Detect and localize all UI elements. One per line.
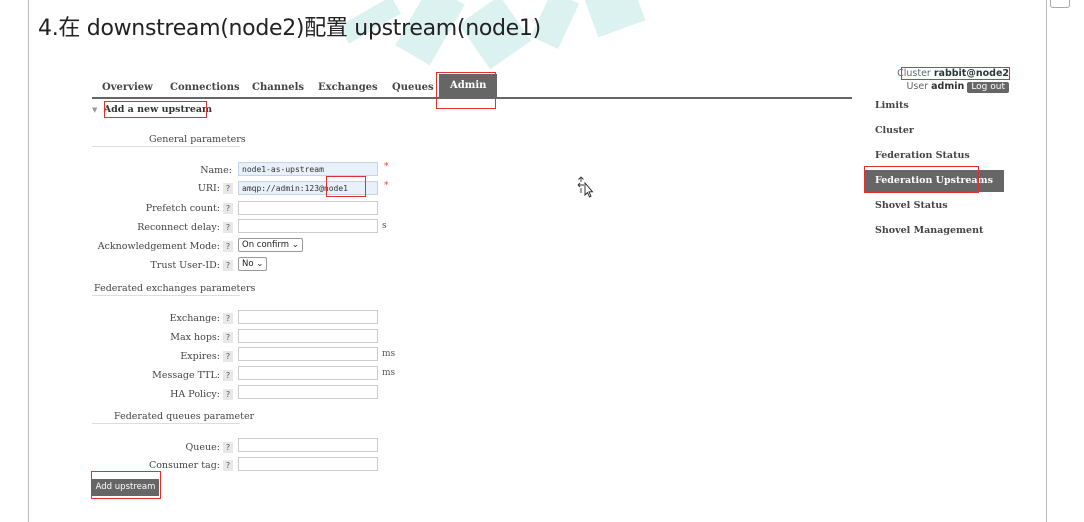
trust-user-selected: No: [242, 259, 254, 269]
chevron-down-icon: ⌄: [291, 240, 299, 250]
name-label: Name:: [200, 165, 232, 176]
exchange-help-icon[interactable]: ?: [223, 313, 233, 324]
ack-mode-selected: On confirm: [242, 240, 290, 250]
add-upstream-button[interactable]: Add upstream: [92, 479, 159, 496]
queues-parameters-divider: [92, 423, 240, 424]
queues-parameters-title: Federated queues parameter: [114, 411, 255, 422]
name-input[interactable]: node1-as-upstream: [238, 162, 378, 176]
ack-mode-select[interactable]: On confirm ⌄: [238, 238, 303, 252]
ack-mode-help-icon[interactable]: ?: [223, 241, 233, 252]
sidebar-item-federation-status[interactable]: Federation Status: [864, 145, 1004, 167]
rabbitmq-admin-app: Overview Connections Channels Exchanges …: [91, 67, 1047, 510]
exchanges-parameters-title: Federated exchanges parameters: [94, 283, 256, 294]
consumer-tag-label: Consumer tag:: [148, 460, 220, 471]
prefetch-input[interactable]: [238, 201, 378, 215]
user-label: User: [906, 81, 929, 92]
main-nav-tabs: Overview Connections Channels Exchanges …: [92, 70, 852, 99]
cluster-info: Cluster rabbit@node2 User admin Log out: [897, 67, 1009, 93]
logout-button[interactable]: Log out: [967, 82, 1009, 93]
reconnect-label: Reconnect delay:: [137, 222, 220, 233]
tab-overview[interactable]: Overview: [102, 82, 153, 93]
consumer-tag-help-icon[interactable]: ?: [223, 460, 233, 471]
collapse-triangle-icon: ▼: [92, 105, 98, 114]
queue-input[interactable]: [238, 438, 378, 452]
ha-policy-label: HA Policy:: [170, 389, 220, 400]
max-hops-input[interactable]: [238, 329, 378, 343]
page-heading: 4.在 downstream(node2)配置 upstream(node1): [38, 16, 541, 41]
cluster-label: Cluster: [897, 68, 931, 79]
max-hops-help-icon[interactable]: ?: [223, 332, 233, 343]
uri-help-icon[interactable]: ?: [223, 183, 233, 194]
general-parameters-title: General parameters: [149, 134, 246, 145]
general-parameters-divider: [92, 146, 240, 147]
sidebar-item-limits[interactable]: Limits: [864, 95, 1004, 117]
prefetch-help-icon[interactable]: ?: [223, 203, 233, 214]
user-name: admin: [931, 81, 965, 92]
tab-admin[interactable]: Admin: [439, 74, 498, 98]
consumer-tag-input[interactable]: [238, 457, 378, 471]
ack-mode-label: Acknowledgement Mode:: [97, 241, 220, 252]
tab-exchanges[interactable]: Exchanges: [318, 82, 378, 93]
trust-user-label: Trust User-ID:: [150, 260, 220, 271]
sidebar-item-federation-upstreams[interactable]: Federation Upstreams: [864, 170, 1004, 192]
reconnect-help-icon[interactable]: ?: [223, 222, 233, 233]
tab-channels[interactable]: Channels: [252, 82, 304, 93]
exchange-input[interactable]: [238, 310, 378, 324]
expires-unit: ms: [382, 349, 396, 359]
section-title: Add a new upstream: [103, 104, 213, 115]
sidebar-item-shovel-management[interactable]: Shovel Management: [864, 220, 1004, 242]
mouse-pointer-icon: [577, 176, 594, 198]
sidebar-item-cluster[interactable]: Cluster: [864, 120, 1004, 142]
reconnect-unit: s: [382, 221, 387, 231]
uri-input[interactable]: amqp://admin:123@node1: [238, 181, 378, 195]
trust-user-help-icon[interactable]: ?: [223, 260, 233, 271]
add-upstream-section-header[interactable]: ▼ Add a new upstream: [92, 104, 212, 115]
reconnect-input[interactable]: [238, 219, 378, 233]
message-ttl-label: Message TTL:: [152, 370, 220, 381]
message-ttl-help-icon[interactable]: ?: [223, 370, 233, 381]
max-hops-label: Max hops:: [170, 332, 220, 343]
expires-input[interactable]: [238, 347, 378, 361]
exchange-label: Exchange:: [169, 313, 220, 324]
exchanges-parameters-divider: [92, 295, 240, 296]
expires-help-icon[interactable]: ?: [223, 351, 233, 362]
page-corner-box: [1050, 0, 1070, 8]
trust-user-select[interactable]: No ⌄: [238, 257, 268, 271]
chevron-down-icon: ⌄: [256, 259, 264, 269]
tab-queues[interactable]: Queues: [392, 82, 434, 93]
sidebar-item-shovel-status[interactable]: Shovel Status: [864, 195, 1004, 217]
queue-label: Queue:: [185, 442, 220, 453]
ha-policy-input[interactable]: [238, 385, 378, 399]
tab-connections[interactable]: Connections: [170, 82, 240, 93]
expires-label: Expires:: [180, 351, 220, 362]
frame-left-border: [28, 0, 29, 522]
uri-required-mark: *: [384, 181, 389, 191]
queue-help-icon[interactable]: ?: [223, 442, 233, 453]
name-required-mark: *: [384, 162, 389, 172]
ha-policy-help-icon[interactable]: ?: [223, 389, 233, 400]
prefetch-label: Prefetch count:: [145, 203, 220, 214]
cluster-name: rabbit@node2: [933, 68, 1009, 79]
message-ttl-input[interactable]: [238, 366, 378, 380]
uri-label: URI:: [197, 183, 220, 194]
message-ttl-unit: ms: [382, 368, 396, 378]
